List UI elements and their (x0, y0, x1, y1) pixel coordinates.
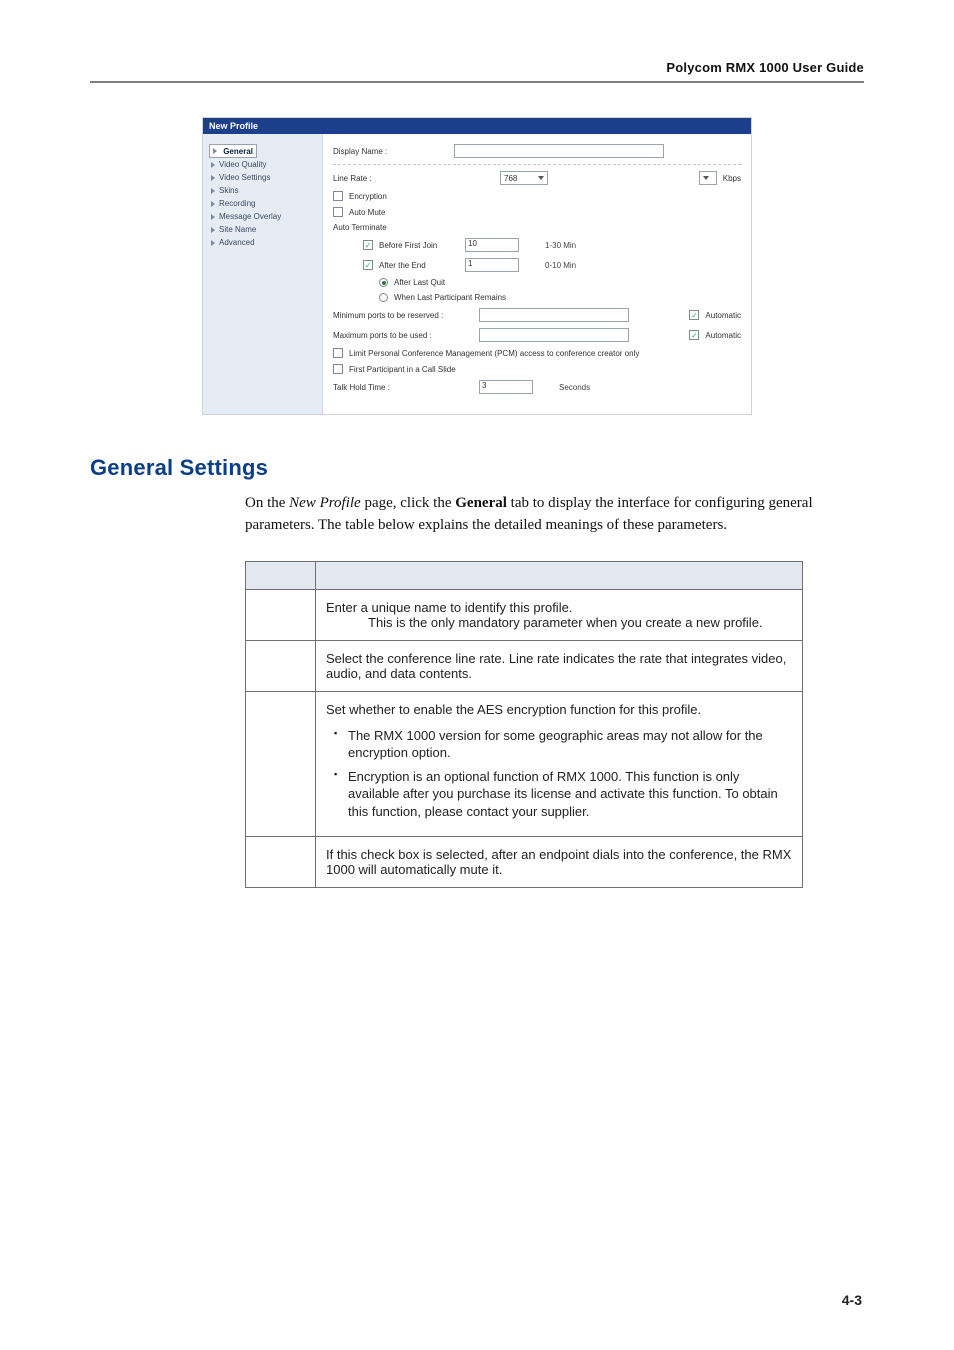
table-row: Enter a unique name to identify this pro… (246, 589, 803, 640)
auto-terminate-label: Auto Terminate (333, 223, 387, 232)
chevron-right-icon (211, 188, 215, 194)
after-end-label: After the End (379, 261, 459, 270)
max-ports-label: Maximum ports to be used : (333, 331, 473, 340)
table-row: Set whether to enable the AES encryption… (246, 691, 803, 837)
max-ports-auto-checkbox[interactable]: ✓ (689, 330, 699, 340)
table-header-param (246, 561, 316, 589)
nav-label: Advanced (219, 238, 255, 247)
encryption-label: Encryption (349, 192, 387, 201)
chevron-right-icon (211, 240, 215, 246)
param-cell (246, 837, 316, 888)
page-number: 4-3 (842, 1292, 862, 1308)
talk-hold-unit: Seconds (559, 383, 590, 392)
para-text: page, click the (361, 495, 456, 511)
encryption-checkbox[interactable] (333, 191, 343, 201)
chevron-right-icon (211, 201, 215, 207)
table-row: If this check box is selected, after an … (246, 837, 803, 888)
when-last-remains-radio[interactable] (379, 293, 388, 302)
chevron-right-icon (211, 162, 215, 168)
section-paragraph: On the New Profile page, click the Gener… (245, 493, 864, 537)
screenshot-figure: New Profile General Video Quality Video … (202, 117, 752, 415)
auto-mute-label: Auto Mute (349, 208, 385, 217)
nav-site-name[interactable]: Site Name (209, 223, 316, 236)
after-end-checkbox[interactable]: ✓ (363, 260, 373, 270)
min-ports-auto-checkbox[interactable]: ✓ (689, 310, 699, 320)
param-cell (246, 640, 316, 691)
window-title: New Profile (203, 118, 751, 134)
first-call-slide-label: First Participant in a Call Slide (349, 365, 456, 374)
nav-label: General (223, 147, 253, 156)
max-ports-input[interactable] (479, 328, 629, 342)
chevron-right-icon (211, 175, 215, 181)
auto-mute-checkbox[interactable] (333, 207, 343, 217)
after-end-hint: 0-10 Min (545, 261, 576, 270)
nav-general[interactable]: General (209, 144, 257, 158)
chevron-down-icon (538, 176, 544, 180)
limit-pcm-checkbox[interactable] (333, 348, 343, 358)
nav-message-overlay[interactable]: Message Overlay (209, 210, 316, 223)
nav-advanced[interactable]: Advanced (209, 236, 316, 249)
para-text: On the (245, 495, 289, 511)
desc-cell: Set whether to enable the AES encryption… (316, 691, 803, 837)
min-ports-label: Minimum ports to be reserved : (333, 311, 473, 320)
para-em: New Profile (289, 495, 361, 511)
nav-label: Video Settings (219, 173, 270, 182)
desc-text: Enter a unique name to identify this pro… (326, 600, 572, 615)
line-rate-value: 768 (504, 174, 517, 183)
after-end-input[interactable]: 1 (465, 258, 519, 272)
table-header-desc (316, 561, 803, 589)
display-name-input[interactable] (454, 144, 664, 158)
desc-cell: Select the conference line rate. Line ra… (316, 640, 803, 691)
bullet-item: The RMX 1000 version for some geographic… (334, 727, 792, 762)
nav-label: Recording (219, 199, 255, 208)
nav-label: Video Quality (219, 160, 266, 169)
when-last-remains-label: When Last Participant Remains (394, 293, 506, 302)
header-rule (90, 81, 864, 83)
desc-note: This is the only mandatory parameter whe… (326, 615, 792, 630)
before-first-join-label: Before First Join (379, 241, 459, 250)
chevron-right-icon (213, 148, 217, 154)
desc-text: Set whether to enable the AES encryption… (326, 702, 701, 717)
line-rate-unit-dd[interactable] (699, 171, 717, 185)
chevron-down-icon (703, 176, 709, 180)
limit-pcm-label: Limit Personal Conference Management (PC… (349, 349, 639, 358)
chevron-right-icon (211, 214, 215, 220)
min-ports-input[interactable] (479, 308, 629, 322)
table-row: Select the conference line rate. Line ra… (246, 640, 803, 691)
talk-hold-label: Talk Hold Time : (333, 383, 473, 392)
nav-video-quality[interactable]: Video Quality (209, 158, 316, 171)
max-ports-auto-label: Automatic (705, 331, 741, 340)
chevron-right-icon (211, 227, 215, 233)
line-rate-select[interactable]: 768 (500, 171, 548, 185)
talk-hold-input[interactable]: 3 (479, 380, 533, 394)
nav-recording[interactable]: Recording (209, 197, 316, 210)
parameter-table: Enter a unique name to identify this pro… (245, 561, 803, 889)
desc-cell: If this check box is selected, after an … (316, 837, 803, 888)
min-ports-auto-label: Automatic (705, 311, 741, 320)
nav-label: Site Name (219, 225, 256, 234)
first-call-slide-checkbox[interactable] (333, 364, 343, 374)
before-first-join-input[interactable]: 10 (465, 238, 519, 252)
para-strong: General (455, 495, 507, 511)
line-rate-label: Line Rate : (333, 174, 448, 183)
desc-cell: Enter a unique name to identify this pro… (316, 589, 803, 640)
before-first-join-checkbox[interactable]: ✓ (363, 240, 373, 250)
section-heading: General Settings (90, 455, 864, 481)
nav-video-settings[interactable]: Video Settings (209, 171, 316, 184)
after-last-quit-label: After Last Quit (394, 278, 445, 287)
before-first-join-hint: 1-30 Min (545, 241, 576, 250)
nav-label: Skins (219, 186, 239, 195)
param-cell (246, 691, 316, 837)
nav-skins[interactable]: Skins (209, 184, 316, 197)
display-name-label: Display Name : (333, 147, 448, 156)
param-cell (246, 589, 316, 640)
line-rate-unit: Kbps (723, 174, 741, 183)
doc-header-title: Polycom RMX 1000 User Guide (90, 60, 864, 75)
bullet-item: Encryption is an optional function of RM… (334, 768, 792, 821)
after-last-quit-radio[interactable] (379, 278, 388, 287)
nav-label: Message Overlay (219, 212, 281, 221)
profile-nav: General Video Quality Video Settings Ski… (203, 134, 323, 414)
profile-form: Display Name : Line Rate : 768 Kbps (323, 134, 751, 414)
